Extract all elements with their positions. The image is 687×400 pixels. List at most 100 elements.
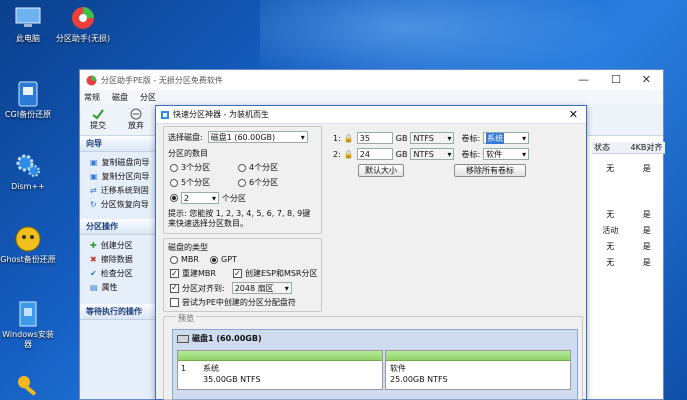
sidebar-item-recover-partition[interactable]: ↻ 分区恢复向导 <box>80 197 157 211</box>
sidebar-pending-header[interactable]: 等待执行的操作 <box>80 304 157 320</box>
checkbox-create-esp[interactable]: ✓ 创建ESP和MSR分区 <box>233 268 318 279</box>
partition-size-value: 24 <box>359 149 370 159</box>
chevron-down-icon: ▾ <box>300 132 305 142</box>
select-disk-dropdown[interactable]: 磁盘1 (60.00GB) ▾ <box>207 131 308 143</box>
checkbox-label: 重建MBR <box>182 269 216 278</box>
volume-label-value: 系统 <box>486 132 505 144</box>
partition-fs-dropdown[interactable]: NTFS ▾ <box>410 148 455 160</box>
submit-icon <box>92 109 104 120</box>
radio-4-partitions[interactable]: 4个分区 <box>238 162 278 173</box>
menu-partition[interactable]: 分区 <box>140 92 156 103</box>
radio-custom-partitions[interactable]: 2 ▾ 个分区 <box>170 192 246 204</box>
menu-general[interactable]: 常规 <box>84 92 100 103</box>
select-disk-label: 选择磁盘: <box>168 132 203 142</box>
sidebar-item-wipe-data[interactable]: ✖ 擦除数据 <box>80 252 157 266</box>
table-row[interactable]: 活动 是 <box>592 222 665 238</box>
partition-index: 1: <box>333 133 341 143</box>
table-cell: 是 <box>642 225 651 235</box>
table-row[interactable]: 无是 <box>592 206 665 222</box>
desktop-icon-label: Ghost备份还原 <box>0 255 56 264</box>
preview-disk-name: 磁盘1 (60.00GB) <box>192 334 262 343</box>
menu-bar: 常规 磁盘 分区 <box>80 90 663 104</box>
partition-size-input[interactable]: 35 <box>356 132 393 144</box>
key-icon <box>18 376 37 396</box>
preview-partition-1[interactable]: 1 系统 35.00GB NTFS <box>177 350 383 390</box>
recover-icon: ↻ <box>90 199 97 209</box>
minimize-button[interactable]: — <box>578 73 589 86</box>
desktop-icon-partition-assistant[interactable]: 分区助手(无损) <box>54 4 112 44</box>
partition-assistant-icon <box>72 7 94 29</box>
radio-3-partitions[interactable]: 3个分区 <box>170 162 210 173</box>
desktop-icon-windows-installer[interactable]: Windows安装器 <box>0 300 56 350</box>
radio-mbr[interactable]: MBR <box>170 255 199 264</box>
volume-label-dropdown[interactable]: 软件 ▾ <box>483 148 530 160</box>
radio-5-partitions[interactable]: 5个分区 <box>170 177 210 188</box>
discard-button[interactable]: 放弃 <box>128 108 144 131</box>
radio-icon <box>238 178 246 187</box>
default-size-button[interactable]: 默认大小 <box>358 164 404 177</box>
partition-fs-dropdown[interactable]: NTFS ▾ <box>410 132 455 144</box>
sidebar-item-copy-partition[interactable]: ▣ 复制分区向导 <box>80 169 157 183</box>
table-cell: 是 <box>642 163 651 173</box>
lock-icon: 🔒 <box>343 133 354 143</box>
sidebar-item-check-partition[interactable]: ✔ 检查分区 <box>80 266 157 280</box>
partition-fs-value: NTFS <box>413 133 434 143</box>
menu-disk[interactable]: 磁盘 <box>112 92 128 103</box>
radio-6-partitions[interactable]: 6个分区 <box>238 177 278 188</box>
desktop-icon-key[interactable] <box>0 372 56 400</box>
column-4kb-align[interactable]: 4KB对齐 <box>629 142 666 153</box>
sidebar-item-label: 分区恢复向导 <box>100 199 149 209</box>
chevron-down-icon: ▾ <box>447 133 452 143</box>
checkbox-rebuild-mbr[interactable]: ✓ 重建MBR <box>170 268 216 279</box>
desktop-icon-this-pc[interactable]: 此电脑 <box>0 4 56 44</box>
partition-size-input[interactable]: 24 <box>356 148 393 160</box>
volume-label-value: 软件 <box>486 149 503 159</box>
sidebar-item-copy-disk[interactable]: ▣ 复制磁盘向导 <box>80 155 157 169</box>
radio-gpt[interactable]: GPT <box>210 255 237 264</box>
desktop-icon-label: Windows安装器 <box>2 330 54 349</box>
preview-title-text: 预览 <box>178 314 194 323</box>
partition-info: 35.00GB NTFS <box>203 375 261 384</box>
align-dropdown[interactable]: 2048 扇区 ▾ <box>231 282 292 294</box>
radio-icon <box>170 163 178 172</box>
partition-label: 软件 25.00GB NTFS <box>390 363 448 385</box>
disk-icon <box>177 334 189 343</box>
table-row[interactable]: 无是 <box>592 238 665 254</box>
volume-label-title: 卷标: <box>461 133 481 143</box>
checkbox-label: 尝试为PE中创建的分区分配盘符 <box>182 298 296 307</box>
partition-unit: GB <box>395 149 408 159</box>
dialog-app-icon <box>161 110 169 119</box>
desktop-icon-dism[interactable]: Dism++ <box>0 152 56 192</box>
custom-count-value: 2 <box>184 193 190 203</box>
sidebar: 向导 ▣ 复制磁盘向导 ▣ 复制分区向导 ⇄ 迁移系统到固 ↻ 分区恢复向导 分区操作 … <box>80 136 158 399</box>
desktop-icon-ghost[interactable]: Ghost备份还原 <box>0 225 56 265</box>
table-cell: 活动 <box>602 225 619 235</box>
wipe-icon: ✖ <box>90 254 97 264</box>
column-status[interactable]: 状态 <box>592 142 629 153</box>
close-window-button[interactable]: ✕ <box>642 73 651 86</box>
remove-labels-button[interactable]: 移除所有卷标 <box>454 164 526 177</box>
volume-label-dropdown[interactable]: 系统 ▾ <box>483 132 530 144</box>
custom-count-suffix: 个分区 <box>222 193 246 203</box>
cgi-icon <box>18 81 38 107</box>
sidebar-ops-header[interactable]: 分区操作 <box>80 219 157 235</box>
checkbox-align[interactable]: ✓ 分区对齐到: 2048 扇区 ▾ <box>170 282 292 294</box>
dialog-close-button[interactable]: ✕ <box>569 108 578 121</box>
radio-label: 5个分区 <box>181 178 211 187</box>
preview-partition-2[interactable]: 软件 25.00GB NTFS <box>385 350 571 390</box>
table-row[interactable]: 无是 <box>592 254 665 270</box>
desktop-icon-label: Dism++ <box>11 182 45 191</box>
maximize-button[interactable]: ☐ <box>611 73 621 86</box>
sidebar-item-create-partition[interactable]: ✚ 创建分区 <box>80 238 157 252</box>
desktop-icon-cgi[interactable]: CGI备份还原 <box>0 80 56 120</box>
ghost-icon <box>15 226 41 252</box>
table-row[interactable]: 无是 <box>592 160 665 176</box>
sidebar-item-migrate-system[interactable]: ⇄ 迁移系统到固 <box>80 183 157 197</box>
checkbox-pe-assign[interactable]: 尝试为PE中创建的分区分配盘符 <box>170 297 296 308</box>
custom-count-dropdown[interactable]: 2 ▾ <box>181 192 219 204</box>
sidebar-item-properties[interactable]: ▤ 属性 <box>80 280 157 294</box>
sidebar-guide-header[interactable]: 向导 <box>80 136 157 152</box>
sidebar-item-label: 检查分区 <box>100 268 133 278</box>
partition-count-title: 分区的数目 <box>168 148 208 159</box>
submit-button[interactable]: 提交 <box>90 108 106 131</box>
